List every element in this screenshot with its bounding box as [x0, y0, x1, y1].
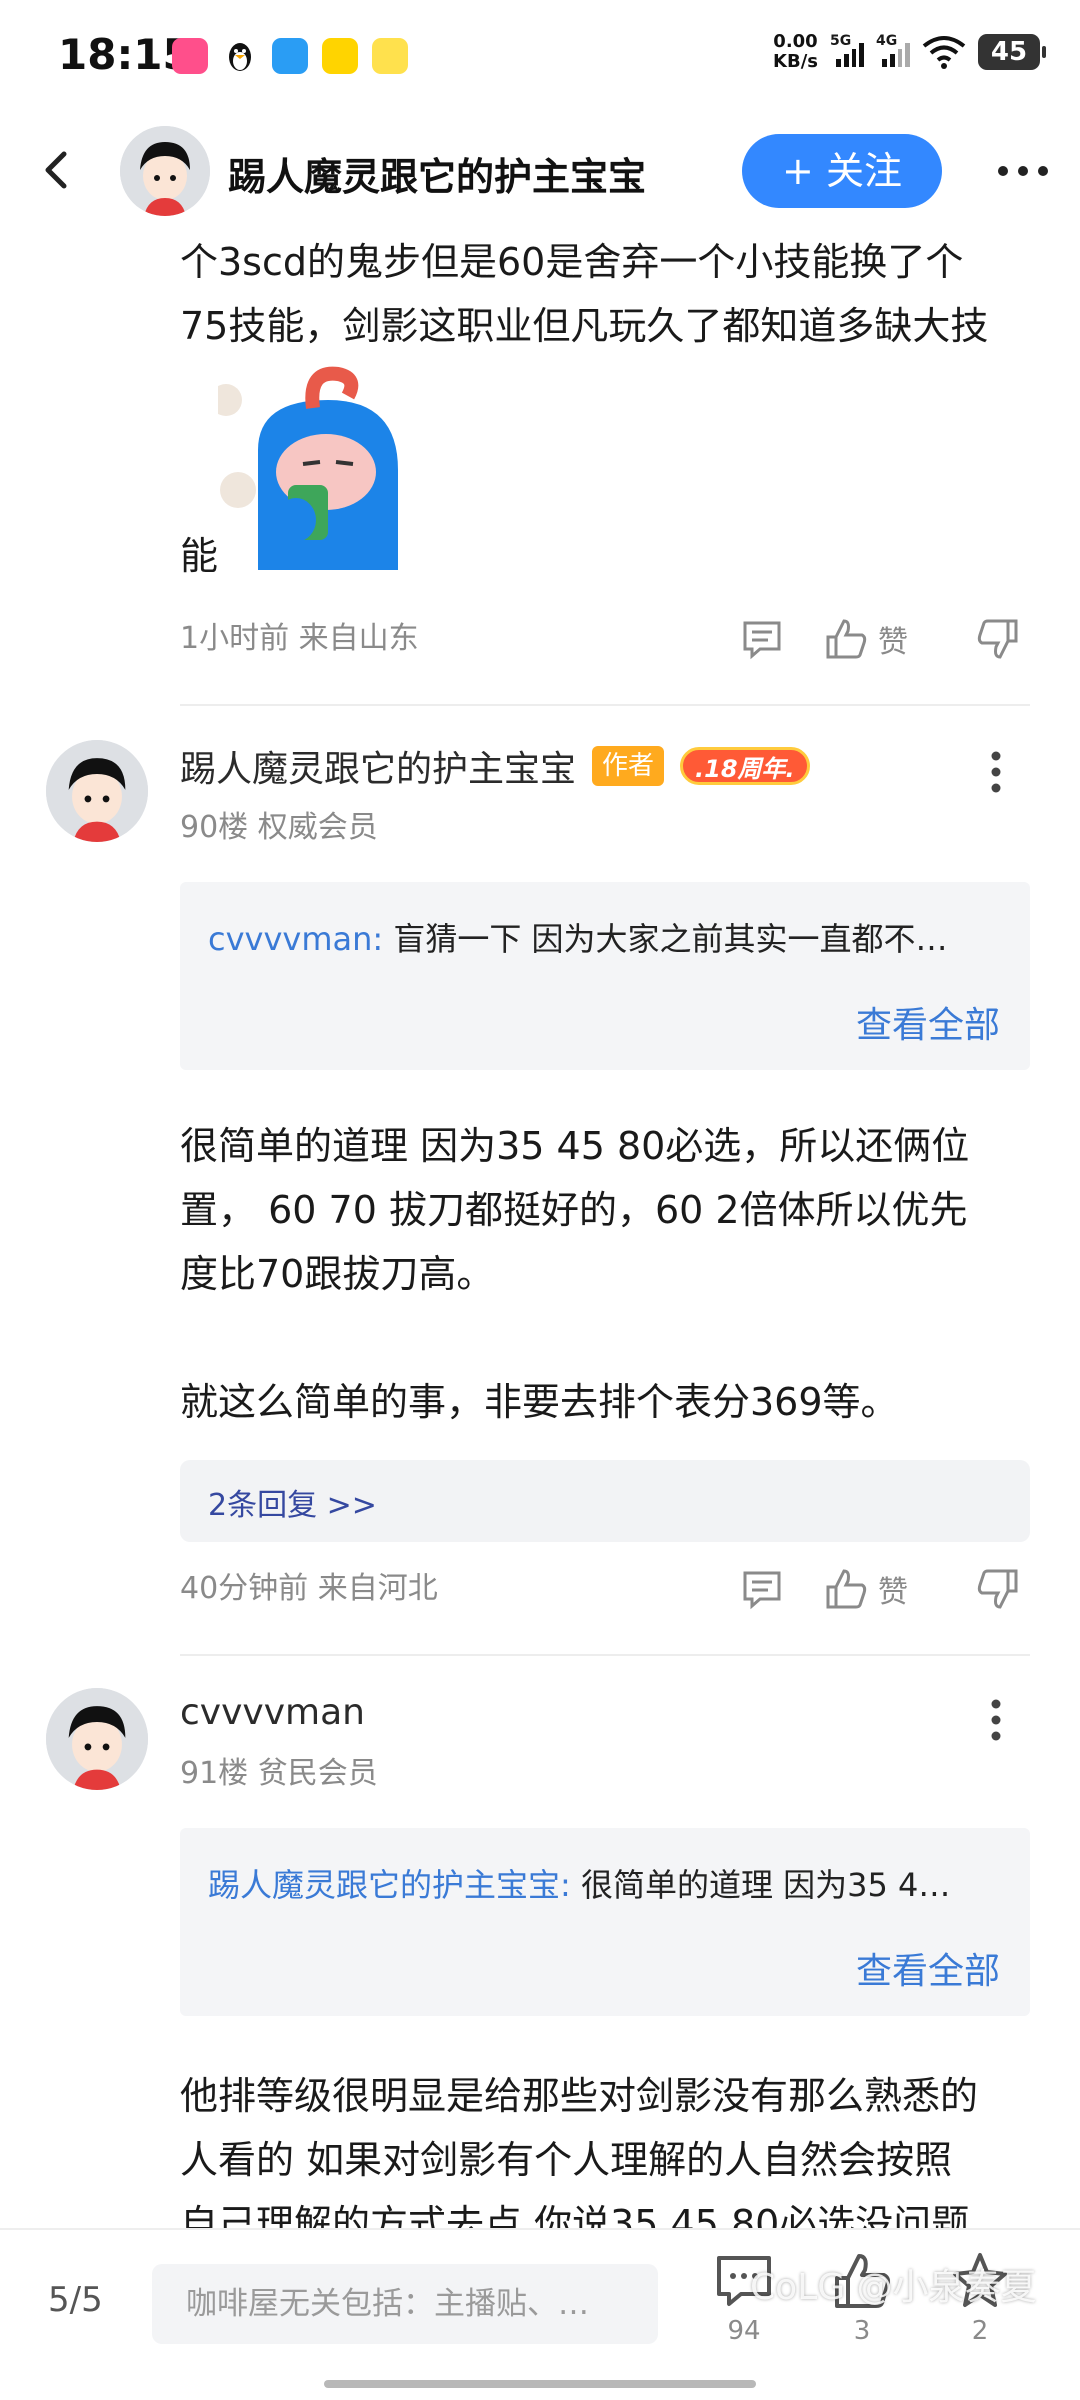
post-meta: 40分钟前 来自河北 赞: [180, 1564, 1030, 1614]
notification-icons: [172, 38, 408, 74]
thumbs-up-icon[interactable]: [824, 1567, 868, 1611]
post-menu-icon[interactable]: [990, 1698, 1002, 1742]
network-speed: 0.00 KB/s: [773, 32, 818, 72]
post-menu-icon[interactable]: [990, 750, 1002, 794]
battery-icon: 45: [978, 34, 1046, 70]
user-line: 踢人魔灵跟它的护主宝宝 作者 .18周年.: [180, 740, 940, 792]
sticker-image[interactable]: [218, 360, 428, 570]
thread-title[interactable]: 踢人魔灵跟它的护主宝宝: [228, 146, 646, 201]
quoted-text: 踢人魔灵跟它的护主宝宝: 很简单的道理 因为35 4…: [208, 1860, 1008, 1906]
post-divider: [180, 1654, 1030, 1656]
replies-count[interactable]: 2条回复 >>: [208, 1480, 377, 1524]
comment-icon[interactable]: [740, 617, 784, 661]
like-count: 3: [853, 2316, 871, 2346]
quoted-text: cvvvvman: 盲猜一下 因为大家之前其实一直都不…: [208, 914, 1008, 960]
quoted-content: 很简单的道理 因为35 4…: [570, 1866, 951, 1904]
status-bar: 18:15 0.00 KB/s 5G 4G 45: [0, 0, 1080, 110]
post-text-line: 置， 60 70 拔刀都挺好的，60 2倍体所以优先: [180, 1188, 968, 1232]
like-action[interactable]: 赞: [824, 1564, 908, 1614]
follow-button[interactable]: + 关注: [742, 134, 942, 208]
signal-5g-icon: 5G: [830, 33, 864, 67]
like-label: 赞: [878, 1575, 908, 1610]
post-body: 很简单的道理 因为35 45 80必选，所以还俩位 置， 60 70 拔刀都挺好…: [180, 1114, 1040, 1434]
reply-input[interactable]: 咖啡屋无关包括：主播贴、…: [152, 2264, 658, 2344]
signal-4g-label: 4G: [876, 33, 898, 49]
yellow-app-icon: [322, 38, 358, 74]
anniversary-badge: .18周年.: [680, 747, 810, 785]
post-text-line: 75技能，剑影这职业但凡玩久了都知道多缺大技: [180, 304, 989, 348]
thumbs-down-icon[interactable]: [976, 1567, 1020, 1611]
author-badge: 作者: [592, 746, 665, 786]
watermark: CoLG @小泉奏夏: [750, 2267, 1037, 2308]
bottom-bar: 5/5 咖啡屋无关包括：主播贴、… 94 3 2: [0, 2228, 1080, 2400]
post-time-location: 1小时前 来自山东: [180, 621, 419, 656]
wifi-icon: [922, 36, 966, 69]
qq-penguin-icon: [222, 38, 258, 74]
comment-icon[interactable]: [740, 1567, 784, 1611]
signal-4g-icon: 4G: [876, 33, 910, 67]
shopping-app-icon: [172, 38, 208, 74]
floor-info: 91楼 贫民会员: [180, 1756, 378, 1791]
user-name[interactable]: cvvvvman: [180, 1692, 365, 1733]
netspeed-value: 0.00: [773, 31, 818, 52]
comment-count: 94: [727, 2316, 761, 2346]
quoted-reply[interactable]: 踢人魔灵跟它的护主宝宝: 很简单的道理 因为35 4… 查看全部: [180, 1828, 1030, 2016]
like-action[interactable]: 赞: [824, 614, 908, 664]
page-indicator[interactable]: 5/5: [48, 2280, 103, 2320]
post-text-line: 能: [180, 534, 219, 578]
floor-info: 90楼 权威会员: [180, 810, 378, 845]
more-options-icon[interactable]: [996, 164, 1050, 178]
post-text-line: 度比70跟拔刀高。: [180, 1252, 495, 1296]
cloud-app-icon: [272, 38, 308, 74]
dislike-action[interactable]: [976, 1564, 1020, 1614]
post-time-location: 40分钟前 来自河北: [180, 1571, 438, 1606]
quoted-author[interactable]: 踢人魔灵跟它的护主宝宝:: [208, 1866, 571, 1904]
back-arrow-icon[interactable]: [36, 148, 80, 192]
post-meta: 1小时前 来自山东 赞: [180, 614, 1030, 664]
quoted-author[interactable]: cvvvvman:: [208, 920, 383, 958]
post-text-line: 就这么简单的事，非要去排个表分369等。: [180, 1380, 899, 1424]
post-divider: [180, 704, 1030, 706]
view-all-link[interactable]: 查看全部: [856, 1942, 1000, 1994]
user-avatar[interactable]: [46, 740, 148, 842]
user-avatar[interactable]: [46, 1688, 148, 1790]
thumbs-up-icon[interactable]: [824, 617, 868, 661]
quoted-reply[interactable]: cvvvvman: 盲猜一下 因为大家之前其实一直都不… 查看全部: [180, 882, 1030, 1070]
post-text-line: 个3scd的鬼步但是60是舍弃一个小技能换了个: [180, 240, 964, 284]
netspeed-unit: KB/s: [773, 51, 818, 72]
thumbs-down-icon[interactable]: [976, 617, 1020, 661]
dislike-action[interactable]: [976, 614, 1020, 664]
post-text-line: 很简单的道理 因为35 45 80必选，所以还俩位: [180, 1124, 970, 1168]
user-name[interactable]: 踢人魔灵跟它的护主宝宝: [180, 740, 576, 792]
signal-5g-label: 5G: [830, 33, 852, 49]
star-count: 2: [971, 2316, 989, 2346]
like-label: 赞: [878, 625, 908, 660]
post-text-line: 人看的 如果对剑影有个人理解的人自然会按照: [180, 2138, 953, 2182]
post-text-line: 他排等级很明显是给那些对剑影没有那么熟悉的: [180, 2074, 979, 2118]
reply-action[interactable]: [740, 1564, 784, 1614]
post-text: 个3scd的鬼步但是60是舍弃一个小技能换了个 75技能，剑影这职业但凡玩久了都…: [180, 230, 1030, 358]
replies-expander[interactable]: 2条回复 >>: [180, 1460, 1030, 1542]
quoted-content: 盲猜一下 因为大家之前其实一直都不…: [383, 920, 948, 958]
home-indicator[interactable]: [324, 2380, 756, 2388]
thread-header: 踢人魔灵跟它的护主宝宝 + 关注: [0, 110, 1080, 230]
header-avatar[interactable]: [120, 126, 210, 216]
rabbit-app-icon: [372, 38, 408, 74]
status-right: 0.00 KB/s 5G 4G 45: [773, 32, 1046, 72]
reply-action[interactable]: [740, 614, 784, 664]
thread-content: 个3scd的鬼步但是60是舍弃一个小技能换了个 75技能，剑影这职业但凡玩久了都…: [0, 230, 1080, 2246]
view-all-link[interactable]: 查看全部: [856, 996, 1000, 1048]
